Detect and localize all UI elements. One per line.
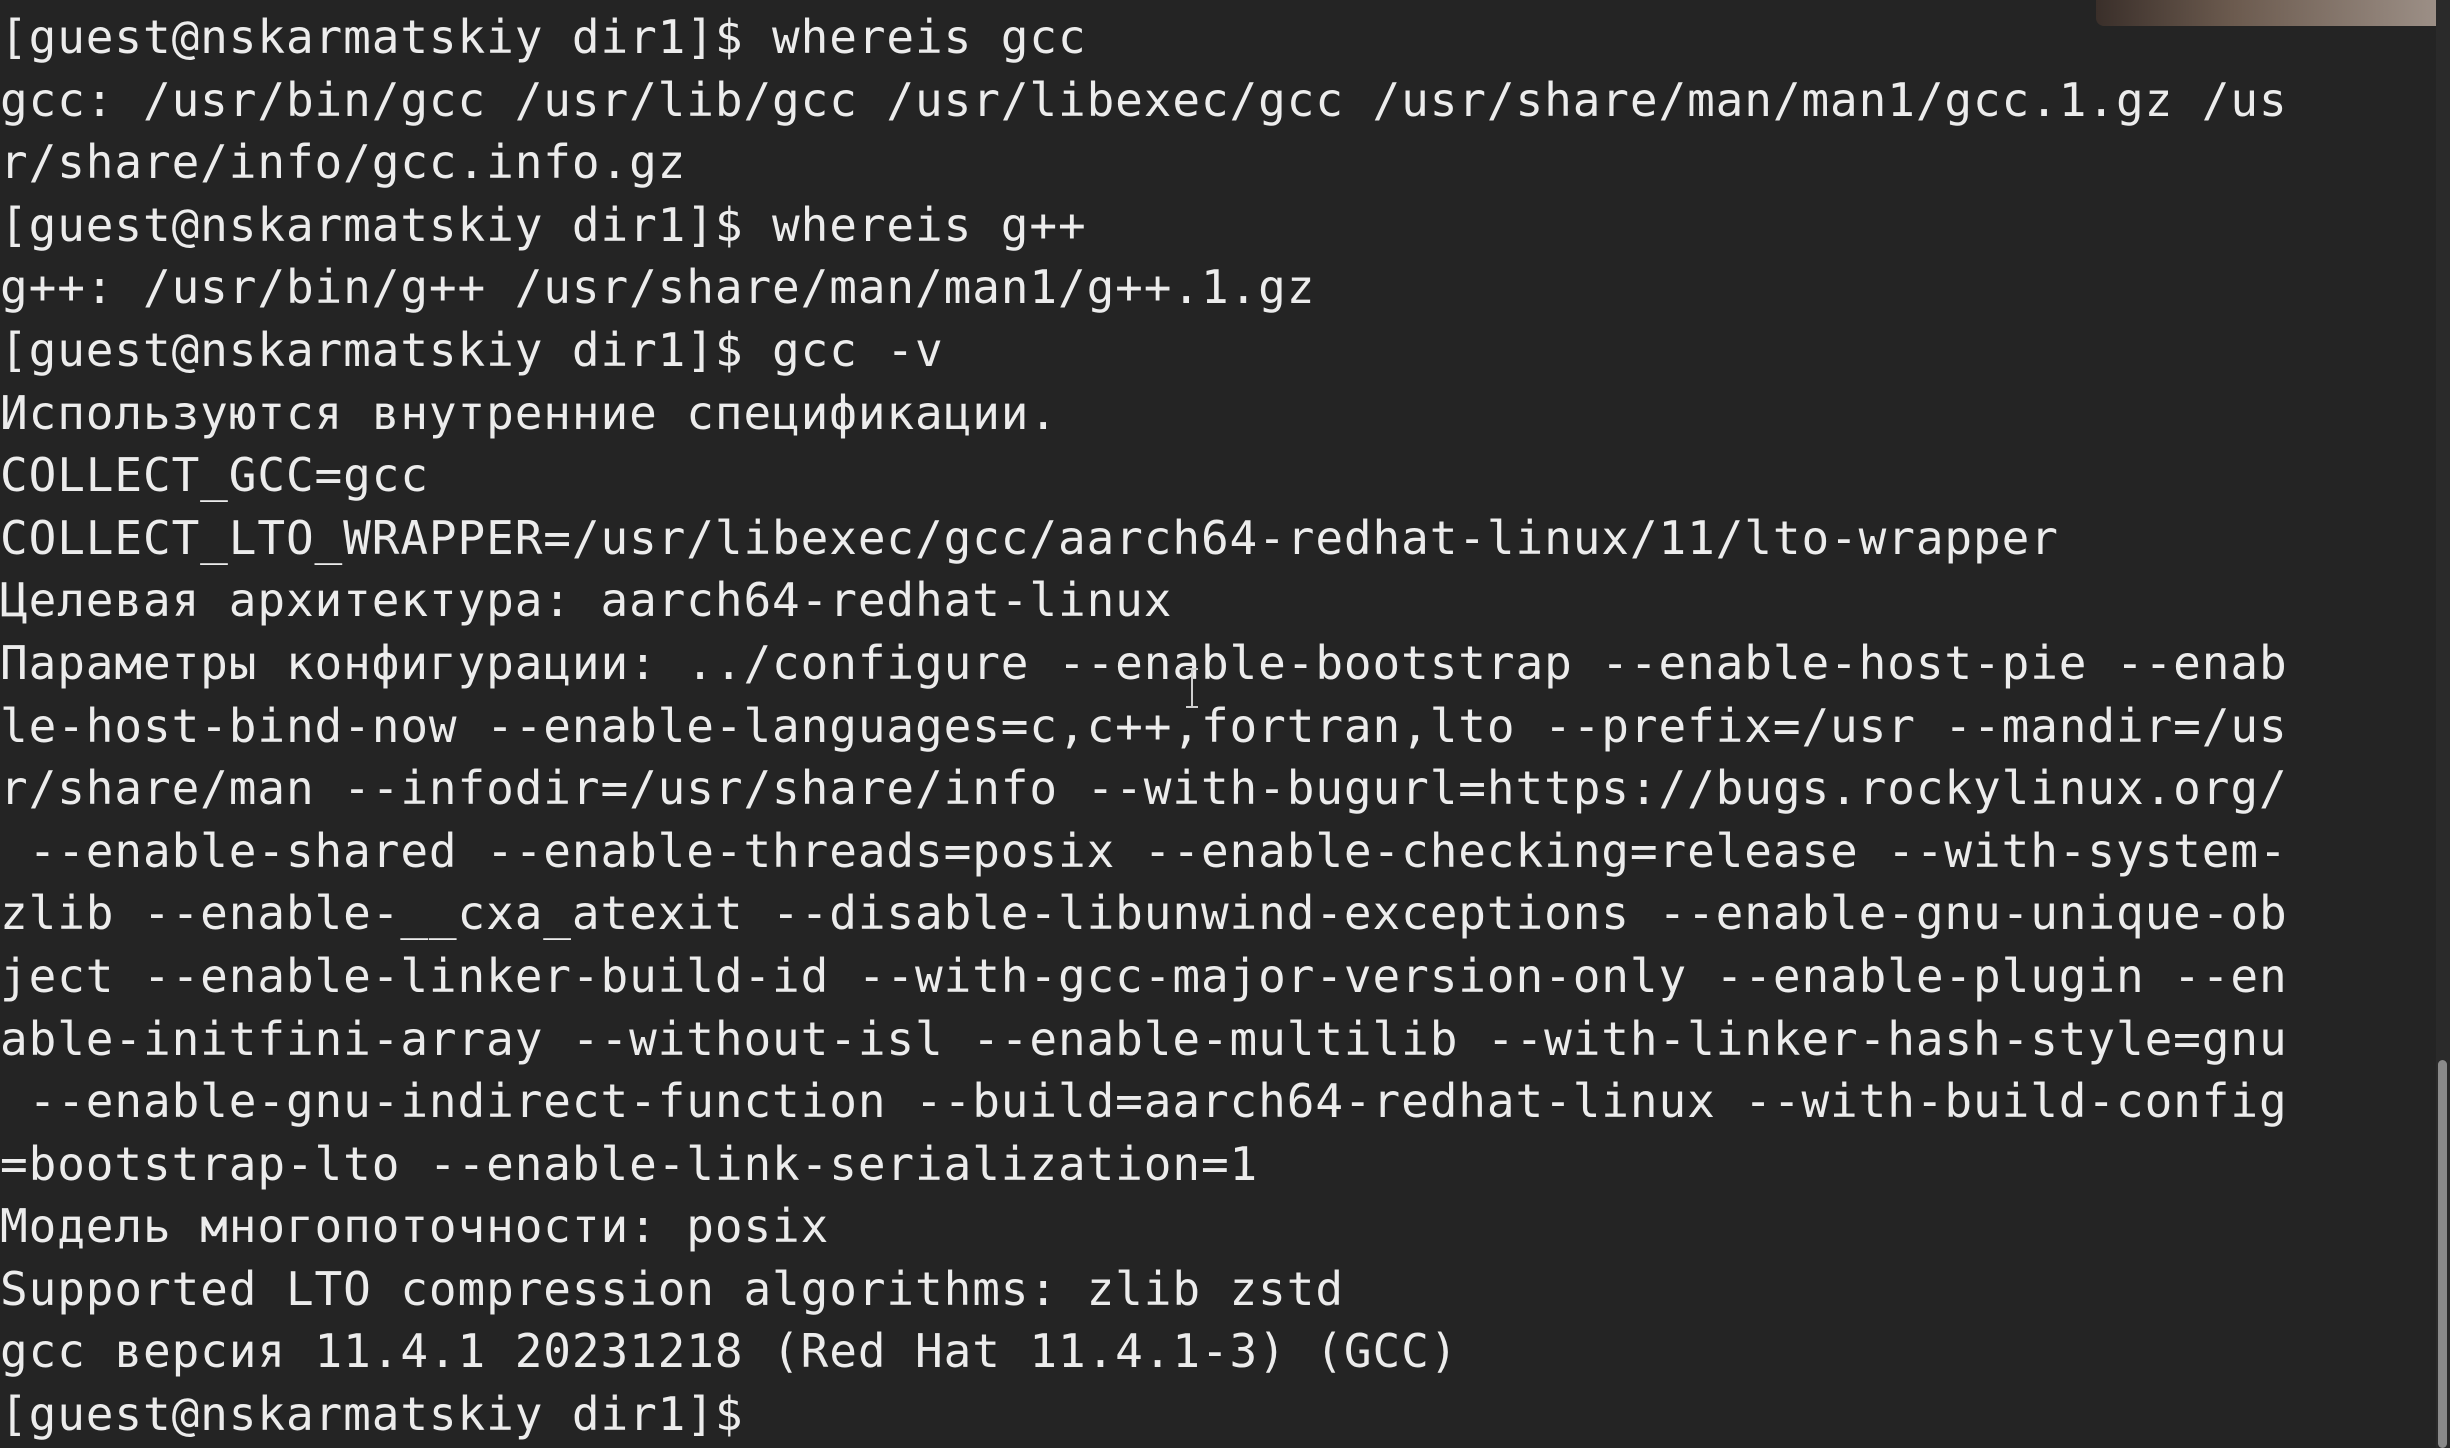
terminal-line: gcc: /usr/bin/gcc /usr/lib/gcc /usr/libe…	[0, 72, 2288, 127]
terminal-line: Модель многопоточности: posix	[0, 1199, 830, 1254]
terminal-line: =bootstrap-lto --enable-link-serializati…	[0, 1136, 1259, 1191]
terminal-line: COLLECT_GCC=gcc	[0, 448, 429, 503]
terminal-line: Параметры конфигурации: ../configure --e…	[0, 635, 2288, 690]
terminal-line: --enable-gnu-indirect-function --build=a…	[0, 1074, 2288, 1129]
scrollbar-track[interactable]	[2436, 0, 2450, 1448]
terminal-line: gcc версия 11.4.1 20231218 (Red Hat 11.4…	[0, 1324, 1459, 1379]
terminal-line: able-initfini-array --without-isl --enab…	[0, 1011, 2288, 1066]
terminal-line: r/share/info/gcc.info.gz	[0, 135, 687, 190]
terminal-line: r/share/man --infodir=/usr/share/info --…	[0, 761, 2288, 816]
terminal-line: ject --enable-linker-build-id --with-gcc…	[0, 948, 2288, 1003]
terminal-line: le-host-bind-now --enable-languages=c,c+…	[0, 698, 2288, 753]
ibeam-cursor-icon	[1186, 668, 1198, 708]
terminal-line: zlib --enable-__cxa_atexit --disable-lib…	[0, 886, 2288, 941]
terminal-prompt-line[interactable]: [guest@nskarmatskiy dir1]$	[0, 1383, 2288, 1446]
terminal-output[interactable]: [guest@nskarmatskiy dir1]$ whereis gcc g…	[0, 6, 2288, 1446]
scrollbar-thumb[interactable]	[2438, 1060, 2447, 1448]
ibeam-cap-bottom	[1186, 706, 1198, 708]
terminal-line: Целевая архитектура: aarch64-redhat-linu…	[0, 573, 1173, 628]
terminal-line: g++: /usr/bin/g++ /usr/share/man/man1/g+…	[0, 260, 1316, 315]
terminal-line: --enable-shared --enable-threads=posix -…	[0, 823, 2288, 878]
terminal-line: COLLECT_LTO_WRAPPER=/usr/libexec/gcc/aar…	[0, 510, 2059, 565]
ibeam-stem	[1191, 670, 1193, 706]
terminal-line: [guest@nskarmatskiy dir1]$ whereis g++	[0, 197, 1087, 252]
terminal-line: [guest@nskarmatskiy dir1]$ whereis gcc	[0, 10, 1087, 64]
terminal-line: Используются внутренние спецификации.	[0, 385, 1058, 440]
terminal-window[interactable]: [guest@nskarmatskiy dir1]$ whereis gcc g…	[0, 0, 2450, 1448]
terminal-line: Supported LTO compression algorithms: zl…	[0, 1261, 1344, 1316]
terminal-line: [guest@nskarmatskiy dir1]$ gcc -v	[0, 322, 944, 377]
